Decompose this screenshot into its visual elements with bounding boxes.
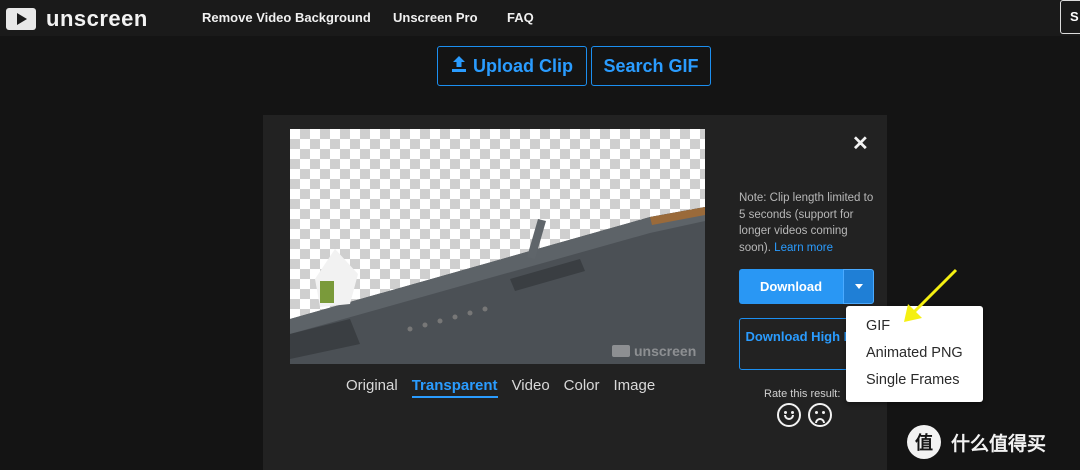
tab-original[interactable]: Original [346, 377, 398, 398]
close-icon[interactable]: ✕ [852, 131, 869, 156]
menu-item-gif[interactable]: GIF [866, 318, 890, 334]
watermark-text: 什么值得买 [951, 433, 1047, 455]
download-button[interactable]: Download [739, 269, 843, 304]
play-icon [6, 8, 36, 30]
preview-image [290, 207, 705, 364]
rate-label: Rate this result: [764, 388, 841, 400]
tab-color[interactable]: Color [564, 377, 600, 398]
upload-clip-label: Upload Clip [473, 55, 573, 76]
menu-item-animated-png[interactable]: Animated PNG [866, 345, 963, 361]
play-icon [612, 345, 630, 357]
search-gif-button[interactable]: Search GIF [591, 46, 711, 86]
preview-watermark: unscreen [612, 343, 696, 359]
site-watermark: 值 什么值得买 [907, 425, 1046, 459]
menu-item-single-frames[interactable]: Single Frames [866, 372, 959, 388]
frown-icon[interactable] [808, 403, 832, 427]
annotation-arrow-icon [904, 268, 958, 322]
tab-video[interactable]: Video [512, 377, 550, 398]
tab-transparent[interactable]: Transparent [411, 377, 498, 398]
tab-image[interactable]: Image [614, 377, 656, 398]
brand-name: unscreen [46, 6, 148, 31]
chevron-down-icon [854, 284, 863, 289]
signin-button[interactable]: S [1060, 0, 1080, 34]
learn-more-link[interactable]: Learn more [774, 242, 833, 254]
upload-clip-button[interactable]: Upload Clip [437, 46, 587, 86]
nav-unscreen-pro[interactable]: Unscreen Pro [393, 10, 478, 25]
watermark-logo-icon: 值 [907, 425, 941, 459]
top-navbar: unscreen Remove Video Background Unscree… [0, 0, 1080, 36]
upload-icon [451, 55, 467, 78]
nav-remove-video-background[interactable]: Remove Video Background [202, 10, 371, 25]
view-tabs: Original Transparent Video Color Image [346, 377, 655, 398]
nav-faq[interactable]: FAQ [507, 10, 534, 25]
result-preview: unscreen [290, 129, 705, 364]
brand-logo[interactable]: unscreen [6, 6, 148, 32]
preview-watermark-text: unscreen [634, 343, 697, 359]
clip-length-note: Note: Clip length limited to 5 seconds (… [739, 190, 874, 256]
download-format-toggle[interactable] [843, 269, 874, 304]
smile-icon[interactable] [777, 403, 801, 427]
